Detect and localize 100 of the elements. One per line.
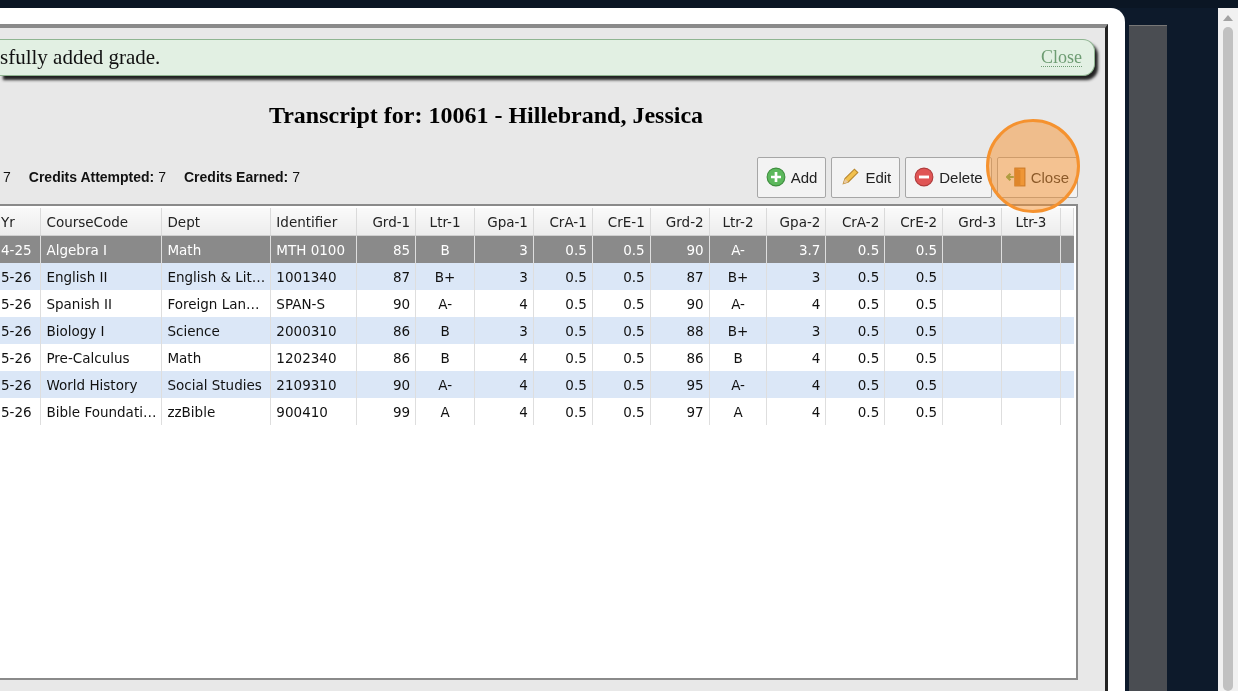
table-cell: B <box>709 344 767 371</box>
table-cell: 5-26 <box>0 263 41 290</box>
table-cell: 0.5 <box>884 344 943 371</box>
table-cell: 0.5 <box>533 263 593 290</box>
add-button[interactable]: Add <box>756 156 827 198</box>
table-cell: 0.5 <box>533 344 593 371</box>
transcript-title: Transcript for: 10061 - Hillebrand, Jessica <box>268 102 704 129</box>
table-cell: 0.5 <box>825 290 885 317</box>
scroll-up-icon[interactable] <box>1223 15 1233 21</box>
column-header[interactable]: Yr <box>0 208 41 236</box>
table-cell: 2109310 <box>270 371 357 398</box>
table-cell: 5-26 <box>0 317 41 344</box>
table-cell: 0.5 <box>533 290 593 317</box>
table-cell: 0.5 <box>825 263 885 290</box>
table-cell: 2000310 <box>270 317 357 344</box>
table-cell: 87 <box>356 263 416 290</box>
stat-text: Credits Earned: 7 <box>184 169 300 185</box>
table-cell: 0.5 <box>825 317 885 344</box>
column-header[interactable]: Gpa-1 <box>474 208 534 236</box>
table-cell: A- <box>709 290 767 317</box>
table-cell: 0.5 <box>884 371 943 398</box>
column-header[interactable]: Grd-1 <box>356 208 416 236</box>
table-cell: A <box>709 398 767 425</box>
table-cell: 0.5 <box>884 263 943 290</box>
pencil-icon <box>840 167 861 187</box>
table-cell: 4 <box>766 371 826 398</box>
table-cell: 0.5 <box>884 290 943 317</box>
table-cell: 5-26 <box>0 371 41 398</box>
scrollbar[interactable] <box>1218 8 1238 691</box>
table-cell: 90 <box>356 371 416 398</box>
table-cell: 1001340 <box>270 263 357 290</box>
delete-button[interactable]: Delete <box>905 156 992 198</box>
table-row[interactable]: 5-26 Pre-Calculus Math 1202340 86 B 4 0.5 0.5 86 B 4 0.5 0.5 <box>0 344 1074 371</box>
table-cell: 5-26 <box>0 344 41 371</box>
table-cell: Pre-Calculus <box>40 344 162 371</box>
column-header[interactable]: Grd-3 <box>942 208 1002 236</box>
table-cell: 4 <box>766 344 826 371</box>
table-cell: 0.5 <box>533 398 593 425</box>
table-cell: B <box>415 344 475 371</box>
table-cell: 4 <box>766 398 826 425</box>
table-row[interactable]: 5-26 Biology I Science 2000310 86 B 3 0.5 0.5 88 B+ 3 0.5 0.5 <box>0 317 1074 344</box>
table-cell: Social Studies <box>161 371 271 398</box>
table-cell: 3 <box>474 317 534 344</box>
column-header[interactable]: CrE-2 <box>884 208 943 236</box>
column-header[interactable]: Ltr-1 <box>415 208 475 236</box>
table-cell: B <box>415 317 475 344</box>
table-row[interactable]: 5-26 Spanish II Foreign Lan… SPAN-S 90 A- 4 0.5 0.5 90 A- 4 0.5 0.5 <box>0 290 1074 317</box>
success-message: sfully added grade. <box>0 45 161 70</box>
table-row[interactable]: 5-26 World History Social Studies 2109310 90 A- 4 0.5 0.5 95 A- 4 0.5 0.5 <box>0 371 1074 398</box>
table-cell: A- <box>709 371 767 398</box>
table-cell: 0.5 <box>592 344 651 371</box>
column-header[interactable]: CrA-2 <box>825 208 885 236</box>
column-header[interactable]: Dept <box>161 208 271 236</box>
table-cell: Bible Foundati… <box>40 398 162 425</box>
table-cell: MTH 0100 <box>270 235 357 263</box>
table-cell: 1202340 <box>270 344 357 371</box>
table-cell: 0.5 <box>884 317 943 344</box>
table-cell: 0.5 <box>825 344 885 371</box>
column-header[interactable]: Gpa-2 <box>766 208 826 236</box>
table-cell: 97 <box>650 398 710 425</box>
plus-icon <box>765 167 786 187</box>
column-header[interactable]: Ltr-2 <box>709 208 767 236</box>
table-cell: 90 <box>650 290 710 317</box>
column-header[interactable]: Grd-2 <box>650 208 710 236</box>
table-cell: SPAN-S <box>270 290 357 317</box>
close-button[interactable]: Close <box>996 156 1078 198</box>
table-cell: 3 <box>766 317 826 344</box>
table-cell: B+ <box>709 263 767 290</box>
table-cell: Biology I <box>40 317 162 344</box>
column-header[interactable]: CourseCode <box>40 208 162 236</box>
table-cell: World History <box>40 371 162 398</box>
table-cell: 86 <box>356 317 416 344</box>
table-cell: 90 <box>356 290 416 317</box>
edit-button[interactable]: Edit <box>831 156 901 198</box>
column-header[interactable]: Identifier <box>270 208 357 236</box>
scrollbar-thumb[interactable] <box>1223 27 1233 691</box>
table-cell: 95 <box>650 371 710 398</box>
table-cell: 87 <box>650 263 710 290</box>
table-cell: 0.5 <box>533 371 593 398</box>
table-cell: A- <box>415 290 475 317</box>
stat-text: Credits Attempted: 7 <box>28 169 166 185</box>
stat-text: 7 <box>3 169 11 185</box>
table-cell: 4 <box>474 398 534 425</box>
column-header[interactable]: CrA-1 <box>533 208 593 236</box>
column-header[interactable]: CrE-1 <box>592 208 651 236</box>
door-exit-icon <box>1005 167 1026 187</box>
table-cell: Science <box>161 317 271 344</box>
table-row[interactable]: 5-26 English II English & Lit… 1001340 87 B+ 3 0.5 0.5 87 B+ 3 0.5 0.5 <box>0 263 1074 290</box>
table-cell: zzBible <box>161 398 271 425</box>
column-header[interactable]: Ltr-3 <box>1001 208 1061 236</box>
table-cell: 0.5 <box>592 398 651 425</box>
table-cell: 0.5 <box>825 371 885 398</box>
table-cell: 4 <box>766 290 826 317</box>
table-cell: 3 <box>474 263 534 290</box>
table-cell: 5-26 <box>0 290 41 317</box>
table-cell: English II <box>40 263 162 290</box>
table-row[interactable]: 5-26 Bible Foundati… zzBible 900410 99 A 4 0.5 0.5 97 A 4 0.5 0.5 <box>0 398 1074 425</box>
table-cell: 0.5 <box>592 371 651 398</box>
table-cell: English & Lit… <box>161 263 271 290</box>
table-cell: 900410 <box>270 398 357 425</box>
